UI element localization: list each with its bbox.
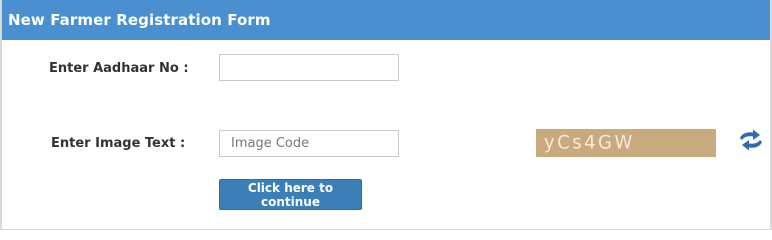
- aadhaar-label: Enter Aadhaar No :: [49, 61, 189, 76]
- captcha-text: yCs4GW: [544, 131, 635, 154]
- registration-form-panel: New Farmer Registration Form Enter Aadha…: [0, 0, 772, 230]
- aadhaar-input[interactable]: [219, 54, 399, 81]
- refresh-icon: [740, 129, 762, 151]
- continue-button[interactable]: Click here to continue: [219, 179, 362, 210]
- image-code-input[interactable]: [219, 130, 399, 157]
- refresh-captcha-button[interactable]: [736, 128, 766, 152]
- form-header: New Farmer Registration Form: [2, 0, 770, 40]
- image-text-label: Enter Image Text :: [51, 136, 186, 151]
- captcha-image: yCs4GW: [536, 129, 716, 157]
- form-title: New Farmer Registration Form: [8, 11, 271, 29]
